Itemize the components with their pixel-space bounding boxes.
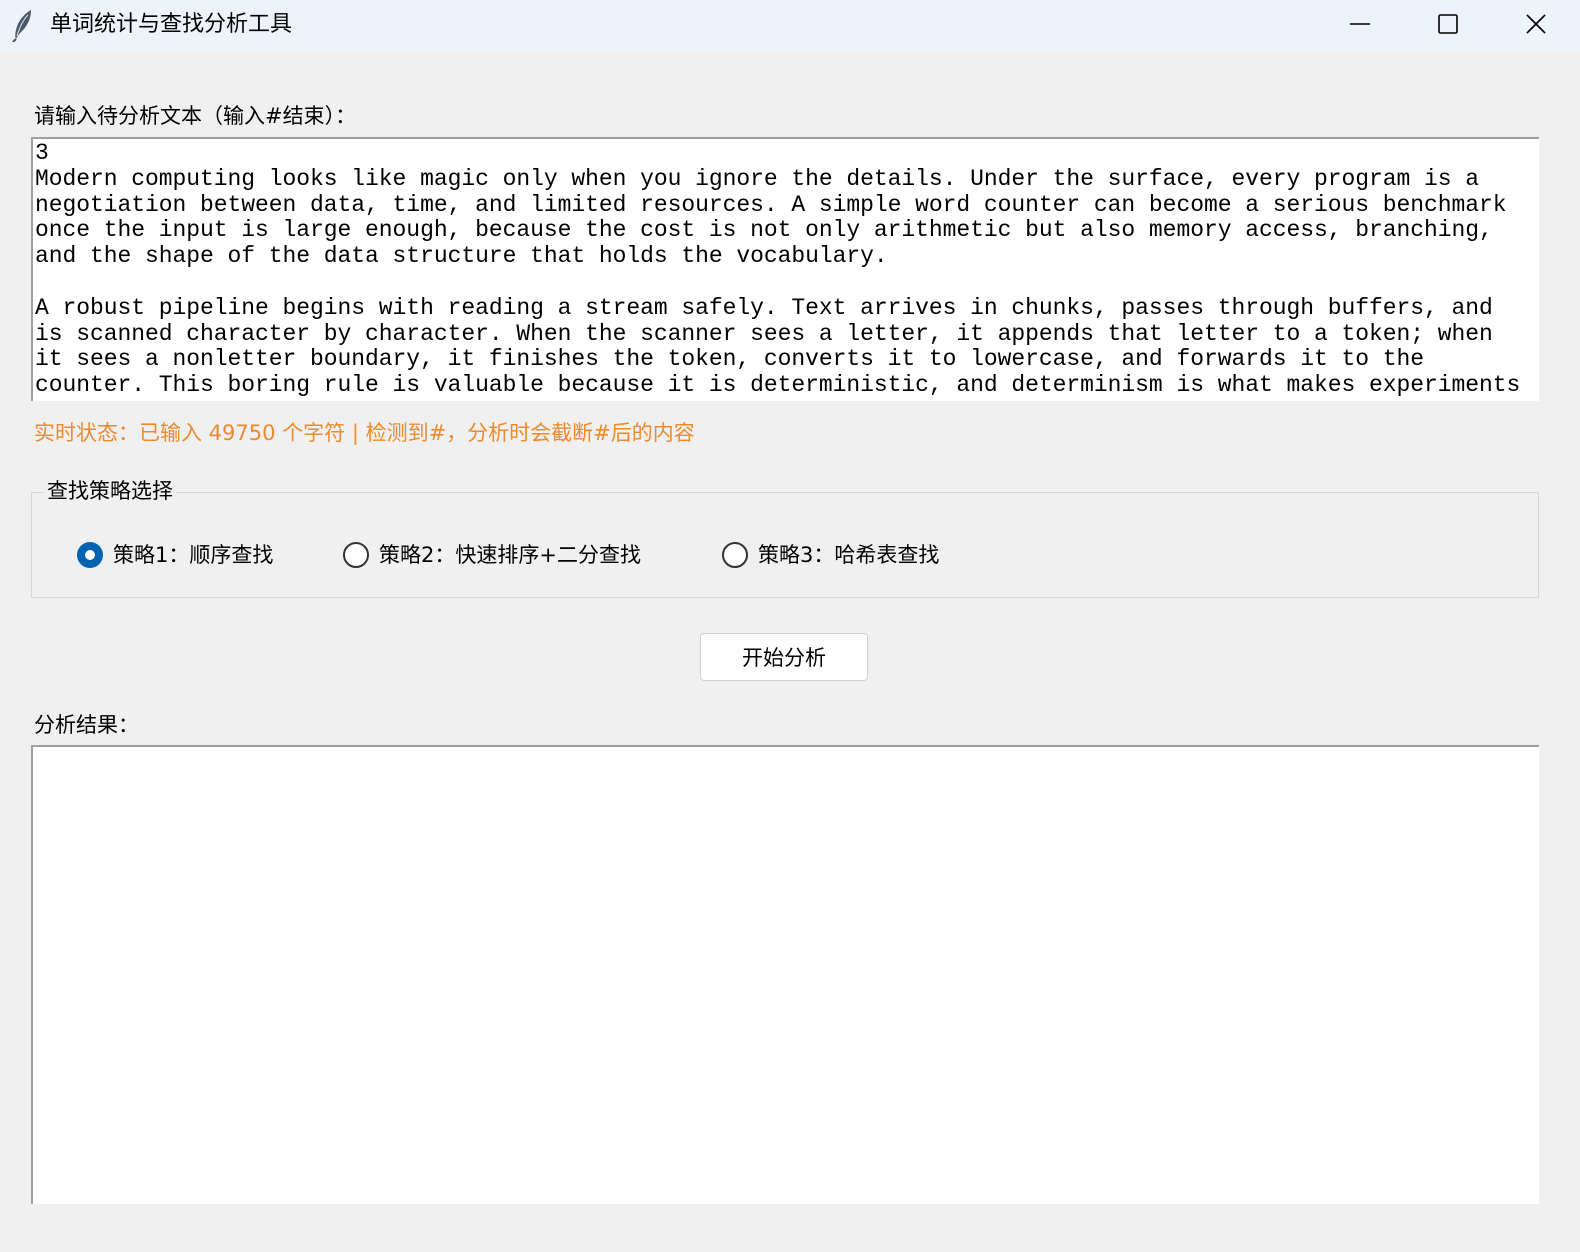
strategy-option-hash[interactable]: 策略3：哈希表查找	[722, 538, 939, 572]
text-input-content[interactable]: 3 Modern computing looks like magic only…	[33, 139, 1539, 399]
strategy-option-label: 策略1：顺序查找	[113, 543, 274, 567]
text-input-area[interactable]: 3 Modern computing looks like magic only…	[31, 137, 1539, 401]
maximize-icon	[1438, 14, 1458, 34]
strategy-option-quicksort-binary[interactable]: 策略2：快速排序+二分查找	[343, 538, 641, 572]
feather-icon	[12, 10, 31, 42]
title-bar: 单词统计与查找分析工具	[0, 0, 1580, 52]
input-label: 请输入待分析文本（输入#结束）：	[34, 104, 357, 128]
close-button[interactable]	[1492, 0, 1580, 48]
minimize-icon	[1350, 23, 1370, 25]
result-label: 分析结果：	[34, 713, 139, 737]
window-title: 单词统计与查找分析工具	[50, 12, 293, 37]
radio-checked-icon[interactable]	[77, 542, 103, 568]
start-analysis-button[interactable]: 开始分析	[700, 633, 868, 681]
close-icon	[1526, 14, 1546, 34]
strategy-legend: 查找策略选择	[44, 477, 176, 505]
status-text: 实时状态：已输入 49750 个字符 | 检测到#，分析时会截断#后的内容	[34, 421, 695, 445]
strategy-option-sequential[interactable]: 策略1：顺序查找	[77, 538, 273, 572]
radio-unchecked-icon[interactable]	[722, 542, 748, 568]
strategy-option-label: 策略3：哈希表查找	[758, 543, 940, 567]
minimize-button[interactable]	[1316, 0, 1404, 48]
radio-unchecked-icon[interactable]	[343, 542, 369, 568]
result-output-area[interactable]	[31, 745, 1539, 1204]
maximize-button[interactable]	[1404, 0, 1492, 48]
strategy-option-label: 策略2：快速排序+二分查找	[379, 543, 641, 567]
